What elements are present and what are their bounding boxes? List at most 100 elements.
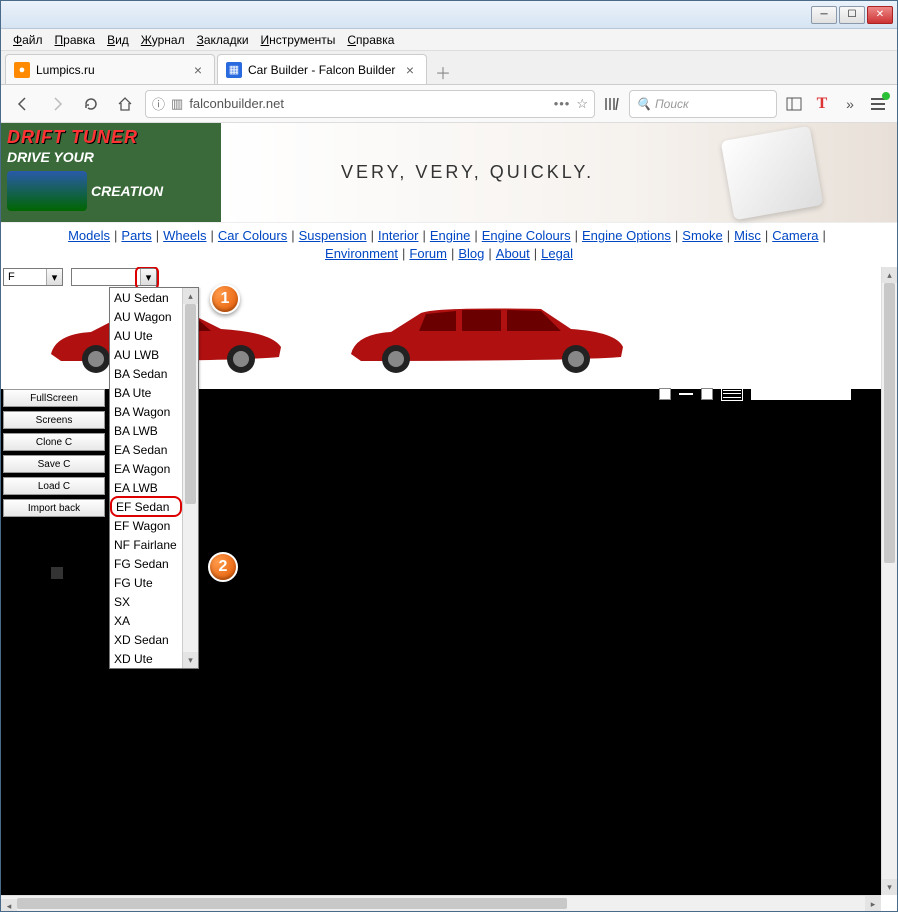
back-button[interactable] bbox=[9, 90, 37, 118]
info-icon[interactable]: ⓘ bbox=[152, 94, 165, 113]
checkbox[interactable] bbox=[659, 388, 671, 400]
tab-carbuilder[interactable]: ▦ Car Builder - Falcon Builder × bbox=[217, 54, 427, 84]
overflow-icon[interactable]: » bbox=[839, 93, 861, 115]
nav-link-parts[interactable]: Parts bbox=[121, 228, 151, 243]
dropdown-option[interactable]: EA Wagon bbox=[110, 459, 182, 478]
nav-link-about[interactable]: About bbox=[496, 246, 530, 261]
dropdown-option[interactable]: SX bbox=[110, 592, 182, 611]
widget-lines-icon[interactable] bbox=[721, 387, 743, 401]
side-button-fullscreen[interactable]: FullScreen bbox=[3, 389, 105, 407]
car-wagon-icon bbox=[341, 299, 631, 379]
window-minimize-button[interactable]: ─ bbox=[811, 6, 837, 24]
nav-link-wheels[interactable]: Wheels bbox=[163, 228, 206, 243]
page-actions-icon[interactable]: ••• bbox=[554, 96, 571, 111]
dropdown-option[interactable]: FG Sedan bbox=[110, 554, 182, 573]
reload-button[interactable] bbox=[77, 90, 105, 118]
banner-title: DRIFT TUNER bbox=[7, 127, 138, 148]
side-button-load-c[interactable]: Load C bbox=[3, 477, 105, 495]
model-select[interactable]: ▾ bbox=[71, 268, 157, 286]
checkbox[interactable] bbox=[701, 388, 713, 400]
banner-left-ad[interactable]: DRIFT TUNER DRIVE YOUR CREATION bbox=[1, 123, 221, 222]
library-icon[interactable] bbox=[601, 93, 623, 115]
nav-link-interior[interactable]: Interior bbox=[378, 228, 418, 243]
brand-select[interactable]: F ▾ bbox=[3, 268, 63, 286]
menu-закладки[interactable]: Закладки bbox=[191, 31, 255, 49]
side-button-save-c[interactable]: Save C bbox=[3, 455, 105, 473]
scroll-right-icon[interactable]: ▸ bbox=[865, 896, 881, 911]
nav-link-engine-options[interactable]: Engine Options bbox=[582, 228, 671, 243]
nav-link-forum[interactable]: Forum bbox=[409, 246, 447, 261]
menu-справка[interactable]: Справка bbox=[341, 31, 400, 49]
bookmark-star-icon[interactable]: ☆ bbox=[576, 96, 588, 112]
page-vertical-scrollbar[interactable]: ▴ ▾ bbox=[881, 267, 897, 895]
window-close-button[interactable]: ✕ bbox=[867, 6, 893, 24]
dropdown-scrollbar[interactable]: ▴ ▾ bbox=[182, 288, 198, 668]
menu-правка[interactable]: Правка bbox=[49, 31, 102, 49]
scroll-up-icon[interactable]: ▴ bbox=[882, 267, 897, 283]
dropdown-option[interactable]: AU Sedan bbox=[110, 288, 182, 307]
menu-вид[interactable]: Вид bbox=[101, 31, 135, 49]
dropdown-option[interactable]: BA Sedan bbox=[110, 364, 182, 383]
forward-button[interactable] bbox=[43, 90, 71, 118]
dropdown-option[interactable]: FG Ute bbox=[110, 573, 182, 592]
dropdown-option[interactable]: AU LWB bbox=[110, 345, 182, 364]
dropdown-option[interactable]: AU Wagon bbox=[110, 307, 182, 326]
app-menu-button[interactable] bbox=[867, 93, 889, 115]
tab-close-icon[interactable]: × bbox=[402, 62, 418, 78]
chevron-down-icon[interactable]: ▾ bbox=[46, 269, 62, 285]
nav-link-car-colours[interactable]: Car Colours bbox=[218, 228, 287, 243]
nav-link-environment[interactable]: Environment bbox=[325, 246, 398, 261]
page-horizontal-scrollbar[interactable]: ◂ ▸ bbox=[1, 895, 881, 911]
tab-lumpics[interactable]: ● Lumpics.ru × bbox=[5, 54, 215, 84]
banner-phone-icon bbox=[721, 126, 824, 220]
url-bar[interactable]: ⓘ ▥ falconbuilder.net ••• ☆ bbox=[145, 90, 595, 118]
side-button-screens[interactable]: Screens bbox=[3, 411, 105, 429]
scroll-thumb[interactable] bbox=[884, 283, 895, 563]
widget-slider[interactable] bbox=[751, 388, 851, 400]
nav-link-camera[interactable]: Camera bbox=[772, 228, 818, 243]
dropdown-option[interactable]: NF Fairlane bbox=[110, 535, 182, 554]
dropdown-option[interactable]: EA Sedan bbox=[110, 440, 182, 459]
side-button-clone-c[interactable]: Clone C bbox=[3, 433, 105, 451]
nav-link-suspension[interactable]: Suspension bbox=[299, 228, 367, 243]
banner-right-ad[interactable]: VERY, VERY, QUICKLY. bbox=[221, 123, 897, 222]
nav-link-models[interactable]: Models bbox=[68, 228, 110, 243]
nav-link-misc[interactable]: Misc bbox=[734, 228, 761, 243]
nav-link-engine[interactable]: Engine bbox=[430, 228, 470, 243]
dropdown-option[interactable]: XD Ute bbox=[110, 649, 182, 668]
tab-close-icon[interactable]: × bbox=[190, 62, 206, 78]
new-tab-button[interactable]: ＋ bbox=[429, 60, 457, 84]
home-button[interactable] bbox=[111, 90, 139, 118]
dropdown-option[interactable]: BA Wagon bbox=[110, 402, 182, 421]
scroll-down-icon[interactable]: ▾ bbox=[882, 879, 897, 895]
window-maximize-button[interactable]: ☐ bbox=[839, 6, 865, 24]
search-box[interactable]: 🔍 Поиск bbox=[629, 90, 777, 118]
chevron-down-icon[interactable]: ▾ bbox=[140, 269, 156, 285]
reader-icon[interactable]: ▥ bbox=[171, 96, 183, 112]
extension-t-icon[interactable]: T bbox=[811, 93, 833, 115]
nav-link-smoke[interactable]: Smoke bbox=[682, 228, 722, 243]
dropdown-option[interactable]: EA LWB bbox=[110, 478, 182, 497]
dropdown-option[interactable]: AU Ute bbox=[110, 326, 182, 345]
sidebar-icon[interactable] bbox=[783, 93, 805, 115]
url-text: falconbuilder.net bbox=[189, 96, 547, 111]
side-button-import-back[interactable]: Import back bbox=[3, 499, 105, 517]
dropdown-option[interactable]: EF Wagon bbox=[110, 516, 182, 535]
dropdown-option[interactable]: BA Ute bbox=[110, 383, 182, 402]
scroll-up-icon[interactable]: ▴ bbox=[183, 288, 198, 304]
dropdown-option[interactable]: BA LWB bbox=[110, 421, 182, 440]
scroll-down-icon[interactable]: ▾ bbox=[183, 652, 198, 668]
scroll-thumb[interactable] bbox=[185, 304, 196, 504]
car-select-row: F ▾ ▾ bbox=[1, 267, 881, 287]
menu-файл[interactable]: Файл bbox=[7, 31, 49, 49]
menu-инструменты[interactable]: Инструменты bbox=[255, 31, 342, 49]
dropdown-option[interactable]: EF Sedan bbox=[110, 496, 182, 517]
nav-link-blog[interactable]: Blog bbox=[458, 246, 484, 261]
nav-link-legal[interactable]: Legal bbox=[541, 246, 573, 261]
dropdown-option[interactable]: XD Sedan bbox=[110, 630, 182, 649]
scroll-thumb[interactable] bbox=[17, 898, 567, 909]
dropdown-option[interactable]: XA bbox=[110, 611, 182, 630]
menu-журнал[interactable]: Журнал bbox=[135, 31, 191, 49]
nav-link-engine-colours[interactable]: Engine Colours bbox=[482, 228, 571, 243]
scroll-left-icon[interactable]: ◂ bbox=[1, 899, 17, 912]
